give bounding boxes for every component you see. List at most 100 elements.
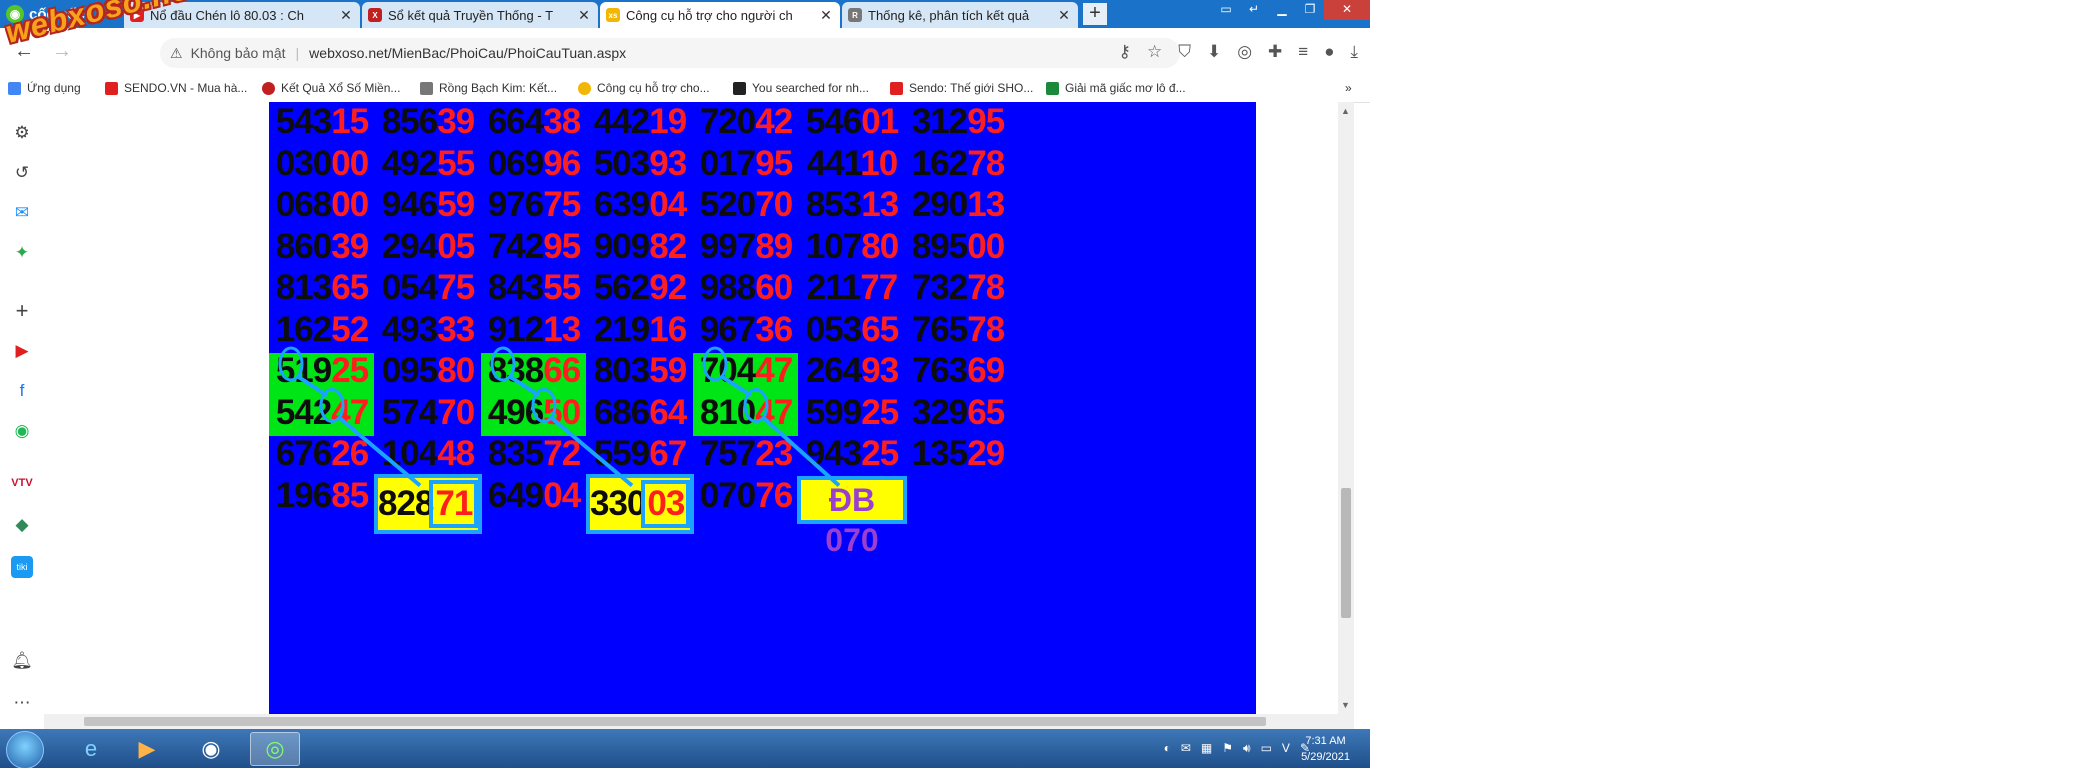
tray-network-icon[interactable]: ▦ — [1201, 741, 1212, 756]
messenger-icon[interactable]: ✉ — [11, 202, 33, 224]
youtube-icon[interactable]: ▶ — [11, 340, 33, 362]
phoi-cau-board: 54315 85639 66438 44219 72042 54601 31295 03000… — [269, 102, 1256, 714]
tab-title: Công cụ hỗ trợ cho người ch — [626, 7, 793, 23]
coccoc-extension-icon[interactable]: ◎ — [1237, 42, 1252, 62]
close-icon[interactable]: ✕ — [576, 7, 592, 24]
reading-list-icon[interactable]: ≡ — [1298, 42, 1308, 62]
connector-line — [549, 415, 634, 488]
key-icon[interactable]: ⚷ — [1118, 42, 1130, 62]
tiki-icon[interactable]: tiki — [11, 556, 33, 578]
connector-line — [761, 416, 841, 487]
bookmark-rbk[interactable]: Rồng Bạch Kim: Kết... — [420, 81, 557, 95]
add-icon[interactable]: + — [11, 298, 33, 323]
bookmark-star-icon[interactable]: ☆ — [1147, 42, 1162, 62]
settings-gear-icon[interactable]: ⚙ — [11, 122, 33, 144]
sendo-icon — [105, 81, 118, 95]
scroll-thumb[interactable] — [1341, 488, 1351, 618]
tray-v-icon[interactable]: V — [1282, 741, 1290, 756]
screen: ◉ cốc cốc ▶ Nổ đầu Chén lô 80.03 : Ch ✕ … — [0, 0, 1370, 768]
puzzle-icon[interactable]: ✚ — [1268, 42, 1282, 62]
separator: | — [295, 45, 300, 61]
facebook-icon[interactable]: f — [11, 380, 33, 402]
close-window-icon[interactable]: ✕ — [1324, 0, 1370, 20]
history-icon[interactable]: ↺ — [11, 162, 33, 184]
tab-3-active[interactable]: xs Công cụ hỗ trợ cho người ch ✕ — [600, 2, 840, 28]
clock[interactable]: 7:31 AM 5/29/2021 — [1301, 733, 1350, 765]
coccoc-icon[interactable]: ◎ — [250, 732, 300, 766]
horizontal-scrollbar[interactable] — [44, 714, 1354, 729]
close-icon[interactable]: ✕ — [1056, 7, 1072, 24]
rbk-icon — [420, 81, 433, 95]
bookmark-kqxs[interactable]: Kết Quả Xổ Số Miền... — [262, 81, 400, 95]
bookmark-giaima[interactable]: Giải mã giấc mơ lô đ... — [1046, 81, 1186, 95]
vtv-icon[interactable]: VTV — [11, 472, 33, 494]
bookmarks-more[interactable]: » — [1345, 81, 1352, 95]
back-window-icon[interactable]: ↵ — [1240, 0, 1268, 20]
restore-icon[interactable]: ❐ — [1296, 0, 1324, 20]
bookmark-label: SENDO.VN - Mua hà... — [124, 81, 248, 95]
address-bar[interactable]: ⚠ Không bảo mật | webxoso.net/MienBac/Ph… — [160, 38, 1180, 68]
media-player-icon[interactable]: ▶ — [122, 732, 172, 766]
tray-app-icon[interactable]: ◐ — [1164, 741, 1171, 756]
xs-icon — [578, 81, 591, 95]
bookmark-label: Giải mã giấc mơ lô đ... — [1065, 81, 1186, 95]
bookmark-apps[interactable]: Ứng dụng — [8, 81, 81, 95]
url-text[interactable]: webxoso.net/MienBac/PhoiCau/PhoiCauTuan.… — [309, 45, 626, 61]
bookmark-sendo[interactable]: SENDO.VN - Mua hà... — [105, 81, 247, 95]
tab-title: Sổ kết quả Truyền Thống - T — [388, 7, 554, 23]
sendo-icon — [890, 81, 903, 95]
tab-4[interactable]: R Thống kê, phân tích kết quả ✕ — [842, 2, 1078, 28]
bell-icon[interactable]: 🔔︎ — [11, 650, 33, 672]
close-icon[interactable]: ✕ — [338, 7, 354, 24]
bookmark-label: You searched for nh... — [752, 81, 869, 95]
ie-icon[interactable]: e — [66, 732, 116, 766]
download-icon[interactable]: ⤓ — [1350, 42, 1358, 62]
scroll-thumb[interactable] — [84, 717, 1266, 726]
bookmark-label: Rồng Bạch Kim: Kết... — [439, 81, 558, 95]
minimize-icon[interactable]: ▁ — [1268, 0, 1296, 20]
start-button[interactable] — [6, 731, 44, 768]
more-dots-icon[interactable]: ⋯ — [11, 692, 33, 714]
sidebar: ⚙ ↺ ✉ ✦ + ▶ f ◉ VTV ◆ tiki 🔔︎ ⋯ — [0, 102, 45, 729]
bookmark-label: Kết Quả Xổ Số Miền... — [281, 81, 401, 95]
nd-icon — [1046, 81, 1059, 95]
connector-line — [295, 374, 329, 398]
chrome-icon[interactable]: ◉ — [186, 732, 236, 766]
connector-overlay — [278, 346, 841, 488]
toolbar-icons: ⚷ ☆ ⛉ ⬇ ◎ ✚ ≡ ● ⤓ — [1118, 42, 1358, 62]
bookmark-congcu[interactable]: Công cụ hỗ trợ cho... — [578, 81, 710, 95]
scroll-up-icon[interactable]: ▲ — [1341, 106, 1350, 116]
spotify-icon[interactable]: ◉ — [11, 420, 33, 442]
bookmarks-bar: Ứng dụng SENDO.VN - Mua hà... Kết Quả Xổ… — [0, 76, 1370, 103]
bookmark-label: Ứng dụng — [27, 81, 81, 95]
rbk-icon: R — [848, 8, 862, 22]
bookmark-sendo-sho[interactable]: Sendo: Thế giới SHO... — [890, 81, 1033, 95]
avatar[interactable]: ● — [1324, 42, 1334, 62]
bookmark-search[interactable]: You searched for nh... — [733, 81, 869, 95]
tray-chat-icon[interactable]: ✉ — [1181, 741, 1191, 756]
tab-title: Thống kê, phân tích kết quả — [868, 7, 1030, 23]
tray-battery-icon[interactable]: ▭ — [1261, 741, 1272, 756]
game-controller-icon[interactable]: ✦ — [11, 242, 33, 264]
bookmark-label: Sendo: Thế giới SHO... — [909, 81, 1034, 95]
page-viewport: 54315 85639 66438 44219 72042 54601 31295 03000… — [44, 102, 1354, 714]
volume-icon[interactable]: 🔊︎ — [1243, 741, 1251, 756]
download-box-icon[interactable]: ⬇ — [1207, 42, 1221, 62]
security-label: Không bảo mật — [190, 45, 286, 61]
connector-line — [337, 415, 422, 488]
tray-flag-icon[interactable]: ⚑ — [1222, 741, 1233, 756]
taskbar: e ▶ ◉ ◎ ◐ ✉ ▦ ⚑ 🔊︎ ▭ V ✎ 7:31 AM 5/29/20… — [0, 729, 1370, 768]
kqxs-icon — [262, 81, 275, 95]
tab-2[interactable]: X Sổ kết quả Truyền Thống - T ✕ — [362, 2, 598, 28]
scroll-down-icon[interactable]: ▼ — [1341, 700, 1350, 710]
new-tab-button[interactable]: + — [1083, 3, 1107, 25]
tab-title: Nổ đầu Chén lô 80.03 : Ch — [150, 7, 304, 23]
connector-line — [507, 374, 541, 398]
forward-arrow-icon[interactable]: → — [52, 40, 72, 63]
warning-icon: ⚠ — [170, 44, 183, 61]
sidebar-toggle-icon[interactable]: ▭ — [1212, 0, 1240, 20]
close-icon[interactable]: ✕ — [818, 7, 834, 24]
vertical-scrollbar[interactable]: ▲ ▼ — [1338, 102, 1354, 714]
shield-icon[interactable]: ⛉ — [1178, 42, 1191, 62]
turtle-icon[interactable]: ◆ — [11, 514, 33, 536]
